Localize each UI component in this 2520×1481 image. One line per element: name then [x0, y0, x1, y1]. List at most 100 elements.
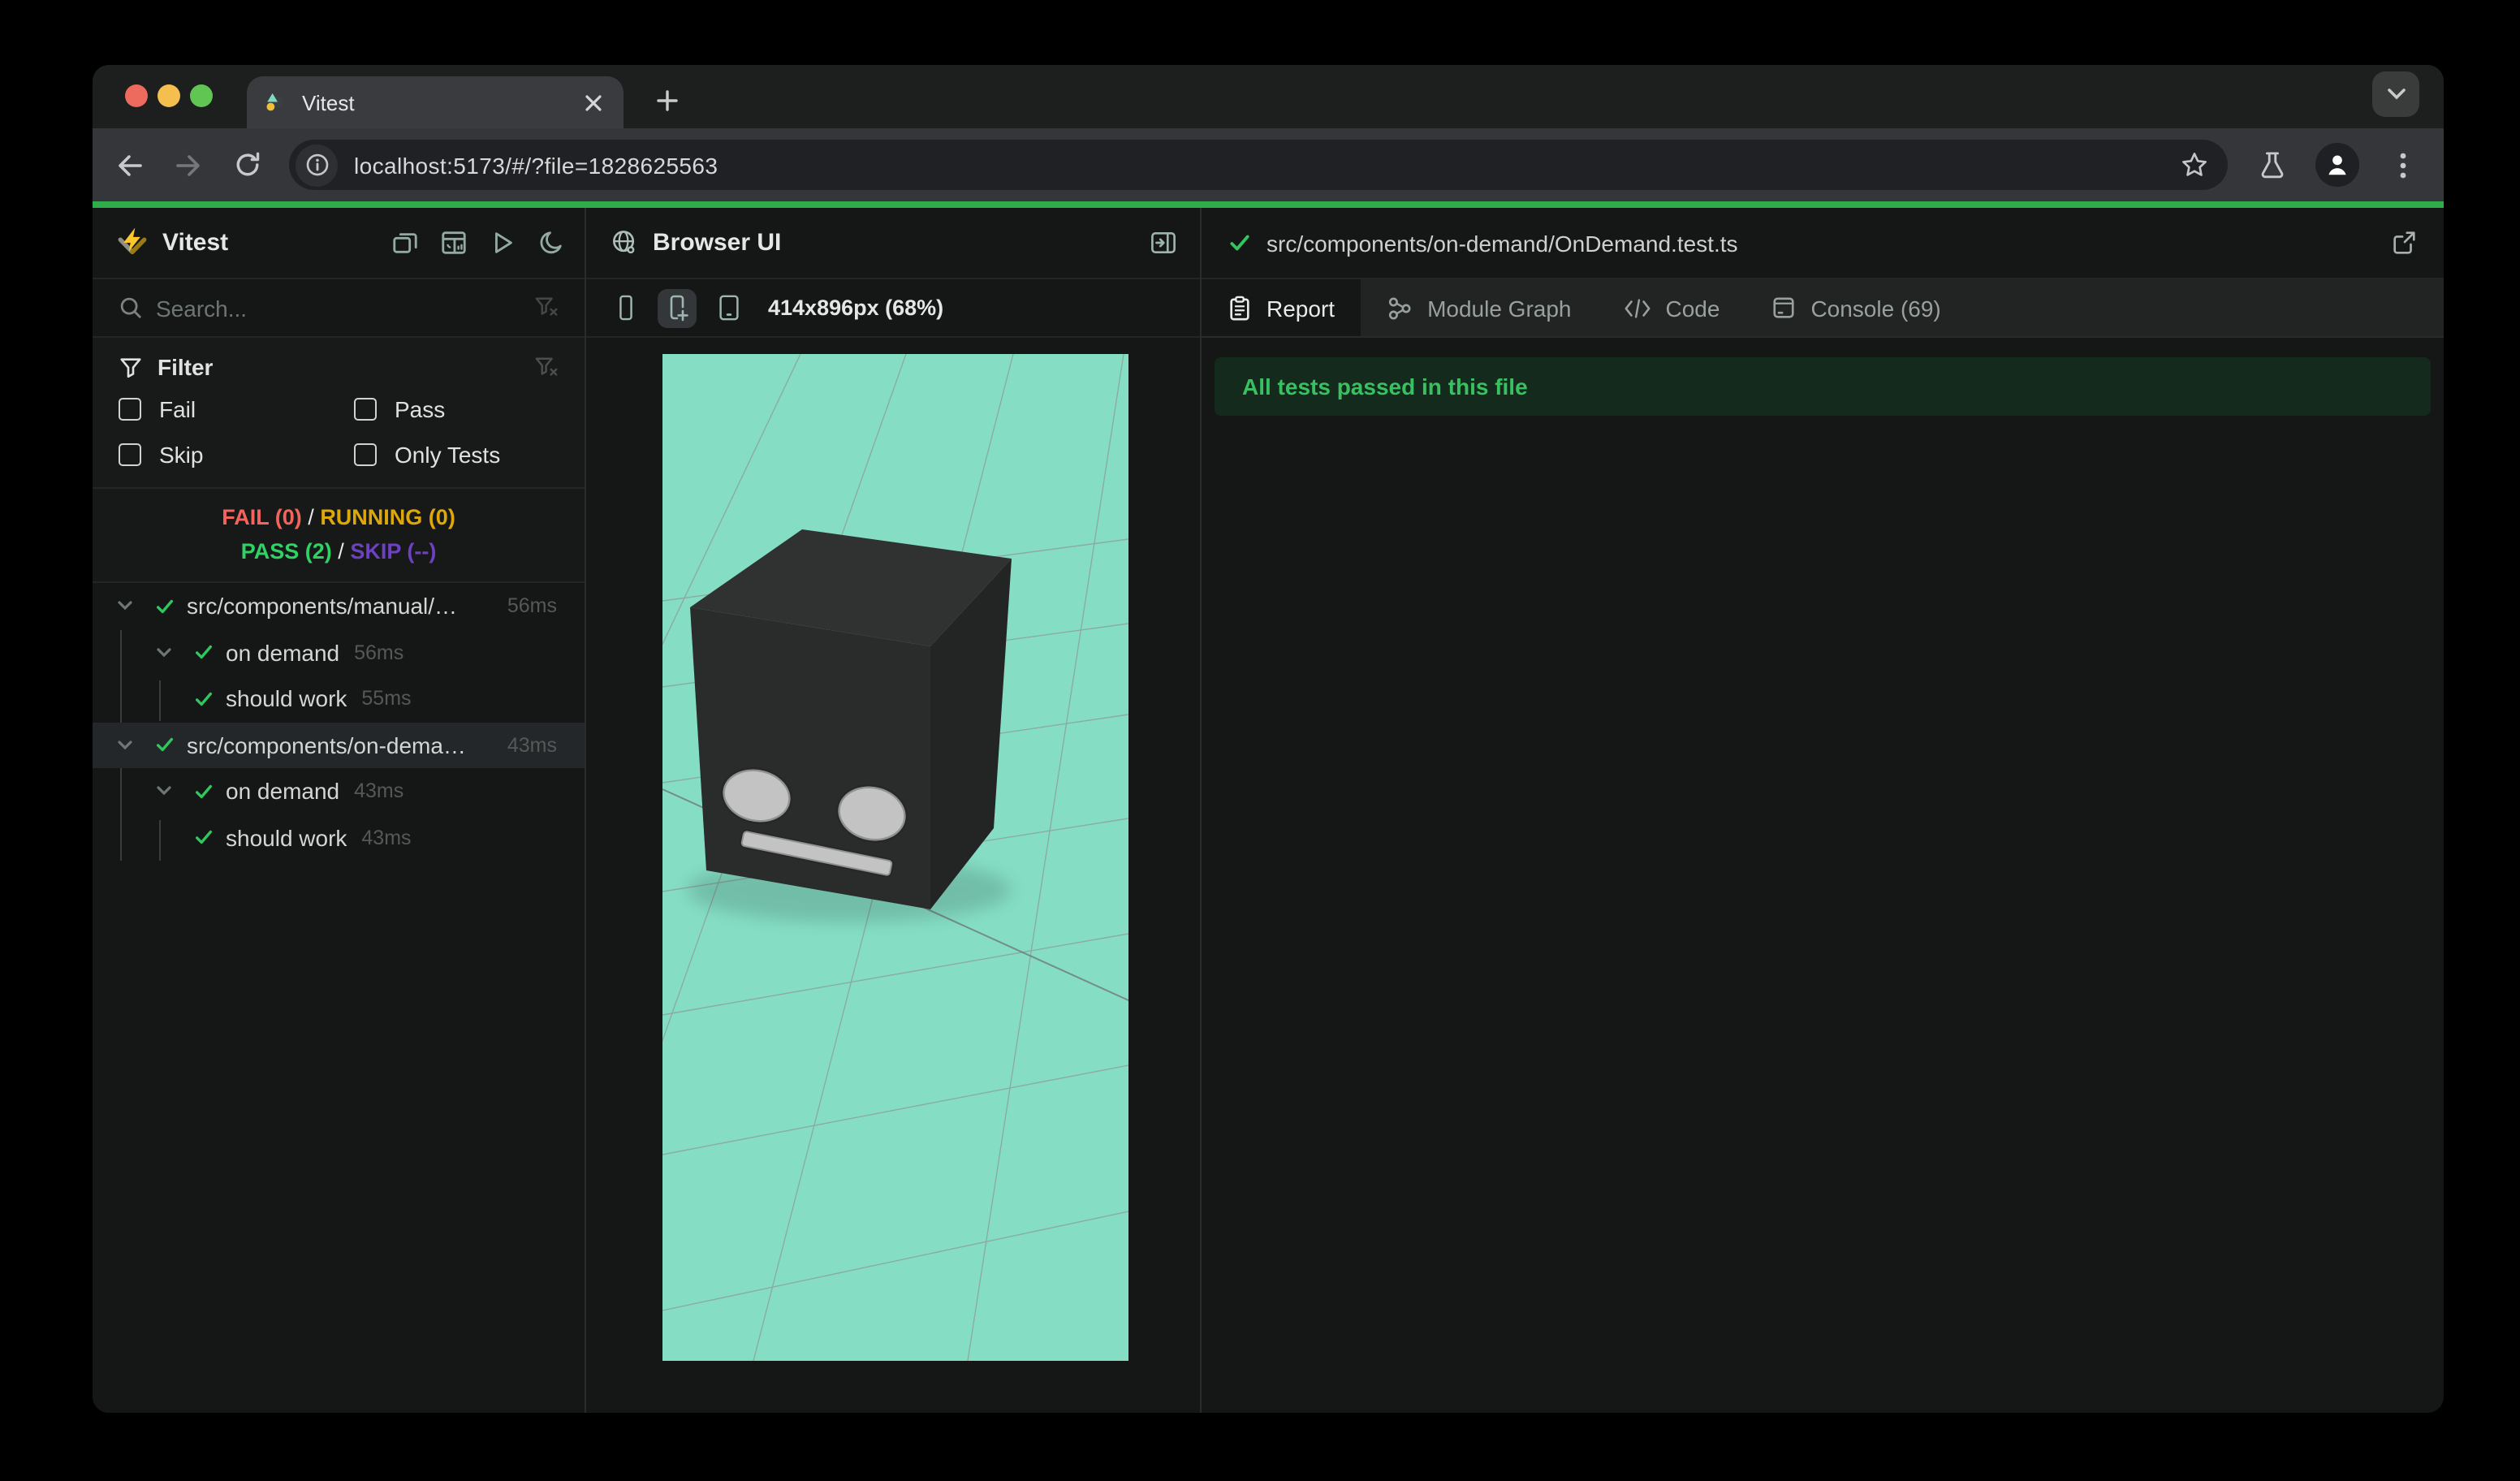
duration: 43ms [507, 733, 557, 757]
filter-funnel-icon [120, 357, 141, 378]
tree-row-suite[interactable]: on demand 56ms [93, 629, 585, 676]
browser-window: Vitest localhost:5173/#/?file=1828625563… [93, 65, 2444, 1413]
checkbox-pass[interactable]: Pass [354, 396, 559, 422]
back-button[interactable] [107, 142, 153, 188]
sidebar-actions [386, 225, 568, 261]
browser-ui-header: Browser UI [586, 208, 1200, 279]
tree-row-test[interactable]: should work 43ms [93, 814, 585, 861]
tree-label: should work [226, 685, 347, 712]
tab-module-graph[interactable]: Module Graph [1361, 279, 1597, 336]
pass-check-icon [190, 686, 216, 712]
dock-panel-icon[interactable] [1150, 229, 1177, 257]
tree-label: src/components/on-dema… [187, 732, 466, 758]
app-preview-viewport[interactable] [662, 354, 1128, 1361]
checkbox-box[interactable] [119, 443, 141, 466]
checkbox-skip[interactable]: Skip [119, 442, 354, 468]
pass-check-icon [151, 594, 177, 620]
new-tab-button[interactable] [645, 78, 690, 123]
file-header: src/components/on-demand/OnDemand.test.t… [1202, 208, 2444, 279]
minimize-window-button[interactable] [158, 84, 180, 107]
pass-check-icon [151, 732, 177, 758]
sidebar: Vitest Search... Filter Fail Pass Skip O… [93, 208, 586, 1413]
open-in-editor-icon[interactable] [2390, 229, 2418, 257]
app-title: Vitest [162, 229, 229, 257]
phone-wide-icon[interactable] [710, 288, 749, 327]
tree-label: on demand [226, 639, 340, 666]
chevron-down-icon[interactable] [112, 732, 138, 758]
tab-label: Console (69) [1810, 295, 1941, 321]
search-row: Search... [93, 279, 585, 338]
tab-label: Report [1266, 295, 1336, 321]
file-path: src/components/on-demand/OnDemand.test.t… [1266, 230, 1738, 256]
duration: 55ms [361, 687, 412, 710]
vitest-ui: Vitest Search... Filter Fail Pass Skip O… [93, 208, 2444, 1413]
browser-ui-title: Browser UI [653, 229, 782, 257]
chevron-down-icon[interactable] [151, 640, 177, 666]
menu-kebab-icon[interactable] [2382, 144, 2424, 186]
experiments-flask-icon[interactable] [2250, 144, 2293, 186]
tree-row-file-on-demand[interactable]: src/components/on-dema… 43ms [93, 722, 585, 768]
filter-title: Filter [158, 354, 214, 380]
collapse-windows-icon[interactable] [386, 225, 422, 261]
checkbox-only-tests[interactable]: Only Tests [354, 442, 559, 468]
phone-plus-icon[interactable] [658, 288, 697, 327]
tree-label: should work [226, 824, 347, 851]
tab-title: Vitest [302, 90, 355, 114]
tree-label: on demand [226, 778, 340, 805]
screen: Vitest localhost:5173/#/?file=1828625563… [0, 0, 2520, 1481]
tab-strip: Vitest [93, 65, 2444, 128]
tab-code[interactable]: Code [1598, 279, 1746, 336]
bookmark-star-icon[interactable] [2173, 144, 2215, 186]
duration: 56ms [354, 641, 404, 664]
profile-avatar[interactable] [2315, 143, 2359, 187]
device-toolbar: 414x896px (68%) [586, 279, 1200, 338]
tab-console[interactable]: Console (69) [1745, 279, 1966, 336]
duration: 43ms [361, 826, 412, 849]
duration: 43ms [354, 779, 404, 803]
zoom-window-button[interactable] [190, 84, 213, 107]
tree-row-test[interactable]: should work 55ms [93, 676, 585, 722]
pass-check-icon [190, 779, 216, 805]
clear-filter-icon[interactable] [534, 355, 559, 379]
report-panel: src/components/on-demand/OnDemand.test.t… [1202, 208, 2444, 1413]
tab-label: Code [1665, 295, 1720, 321]
vitest-logo-icon [118, 227, 147, 255]
reload-button[interactable] [224, 142, 270, 188]
dark-mode-icon[interactable] [533, 225, 568, 261]
address-bar[interactable]: localhost:5173/#/?file=1828625563 [289, 140, 2228, 190]
search-input[interactable]: Search... [156, 295, 534, 321]
tab-report[interactable]: Report [1202, 279, 1361, 336]
checkbox-label: Pass [395, 396, 446, 422]
pass-check-icon [190, 640, 216, 666]
checkbox-label: Only Tests [395, 442, 501, 468]
checkbox-fail[interactable]: Fail [119, 396, 354, 422]
checkbox-label: Skip [159, 442, 204, 468]
dashboard-icon[interactable] [435, 225, 471, 261]
vitest-favicon-icon [266, 92, 283, 110]
close-tab-icon[interactable] [578, 88, 607, 117]
clear-search-filter-icon[interactable] [534, 296, 559, 320]
code-icon [1625, 298, 1650, 317]
tree-row-suite[interactable]: on demand 43ms [93, 768, 585, 814]
test-status-progress-bar [93, 201, 2444, 208]
duration: 56ms [507, 594, 557, 618]
browser-tab[interactable]: Vitest [247, 76, 624, 128]
viewport-size-label[interactable]: 414x896px (68%) [768, 296, 943, 320]
chevron-down-icon[interactable] [112, 594, 138, 620]
site-info-icon[interactable] [296, 144, 338, 186]
phone-narrow-icon[interactable] [606, 288, 645, 327]
checkbox-box[interactable] [119, 398, 141, 421]
close-window-button[interactable] [125, 84, 148, 107]
tree-row-file-manual[interactable]: src/components/manual/… 56ms [93, 583, 585, 629]
all-tests-passed-banner: All tests passed in this file [1215, 357, 2431, 416]
toolbar-right [2250, 143, 2424, 187]
browser-ui-panel: Browser UI 414x896px (68%) [586, 208, 1202, 1413]
checkbox-box[interactable] [354, 398, 377, 421]
chevron-down-icon[interactable] [151, 779, 177, 805]
filter-options: Fail Pass Skip Only Tests [119, 396, 559, 468]
forward-button[interactable] [166, 142, 211, 188]
tab-search-button[interactable] [2372, 71, 2419, 117]
url-text[interactable]: localhost:5173/#/?file=1828625563 [354, 152, 2173, 178]
checkbox-box[interactable] [354, 443, 377, 466]
run-all-icon[interactable] [484, 225, 520, 261]
